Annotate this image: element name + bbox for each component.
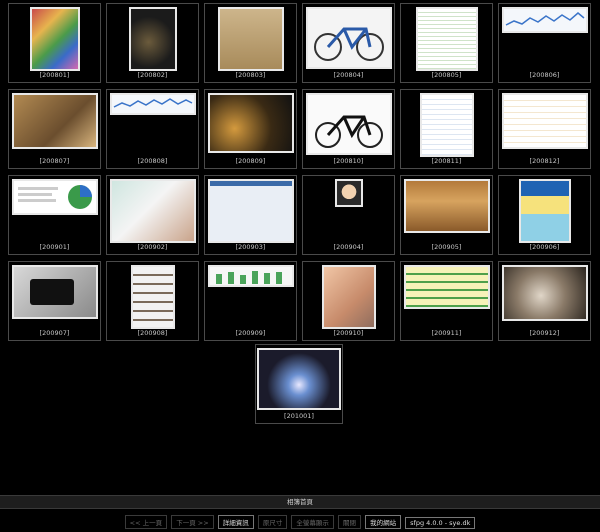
thumbnail-image[interactable] [419, 93, 474, 157]
gallery-item[interactable]: [200804] [302, 3, 395, 83]
thumbnail-image[interactable] [11, 265, 98, 319]
thumbnail-image[interactable] [403, 265, 490, 309]
fullscreen-button[interactable]: 全螢幕顯示 [291, 515, 334, 529]
gallery-item[interactable]: [200809] [204, 89, 297, 169]
pie-chart-illustration [17, 185, 92, 209]
thumbnail-caption: [200802] [137, 71, 168, 79]
gallery-item[interactable]: [200807] [8, 89, 101, 169]
bicycle-illustration [314, 115, 383, 148]
thumbnail-caption: [200801] [39, 71, 70, 79]
thumbnail-image[interactable] [207, 179, 294, 243]
thumbnail-image[interactable] [501, 265, 588, 321]
thumbnail-caption: [200910] [333, 329, 364, 337]
thumbnail-caption: [200807] [39, 157, 70, 165]
thumbnail-image[interactable] [130, 265, 175, 329]
thumbnail-caption: [200912] [529, 329, 560, 337]
thumbnail-image[interactable] [11, 179, 98, 215]
thumbnail-caption: [200907] [39, 329, 70, 337]
original-size-button[interactable]: 原尺寸 [257, 515, 288, 529]
thumbnail-caption: [200904] [333, 243, 364, 251]
prev-page-button[interactable]: << 上一頁 [124, 515, 168, 529]
thumbnail-image[interactable] [321, 265, 376, 329]
thumbnail-caption: [200909] [235, 329, 266, 337]
thumbnail-image[interactable] [128, 7, 177, 71]
thumbnail-image[interactable] [207, 93, 294, 153]
thumbnail-image[interactable] [109, 179, 196, 243]
thumbnail-caption: [200902] [137, 243, 168, 251]
gallery-item[interactable]: [200911] [400, 261, 493, 341]
navigation-buttons: << 上一頁 下一頁 >> 詳細資訊 原尺寸 全螢幕顯示 關閉 我的網站 sfp… [0, 515, 600, 529]
thumbnail-caption: [200901] [39, 243, 70, 251]
thumbnail-image[interactable] [334, 179, 363, 207]
thumbnail-image[interactable] [305, 93, 392, 155]
thumbnail-caption: [201001] [284, 412, 314, 420]
thumbnail-caption: [200809] [235, 157, 266, 165]
gallery-item[interactable]: [200810] [302, 89, 395, 169]
line-chart-illustration [505, 12, 584, 26]
gallery-item[interactable]: [200912] [498, 261, 591, 341]
gallery-item[interactable]: [200907] [8, 261, 101, 341]
thumbnail-caption: [200911] [431, 329, 462, 337]
gallery-item[interactable]: [200902] [106, 175, 199, 255]
thumbnail-caption: [200806] [529, 71, 560, 79]
gallery-item[interactable]: [200806] [498, 3, 591, 83]
thumbnail-caption: [200903] [235, 243, 266, 251]
thumbnail-caption: [200906] [529, 243, 560, 251]
thumbnail-caption: [200803] [235, 71, 266, 79]
thumbnail-caption: [200805] [431, 71, 462, 79]
details-button[interactable]: 詳細資訊 [217, 515, 254, 529]
thumbnail-image[interactable] [518, 179, 571, 243]
thumbnail-caption: [200908] [137, 329, 168, 337]
gallery-item[interactable]: [201001] [255, 344, 343, 424]
thumbnail-image[interactable] [501, 93, 588, 149]
thumbnail-image[interactable] [217, 7, 284, 71]
gallery-item[interactable]: [200802] [106, 3, 199, 83]
gallery-item[interactable]: [200812] [498, 89, 591, 169]
line-chart-illustration [113, 98, 192, 108]
thumbnail-caption: [200804] [333, 71, 364, 79]
thumbnail-image[interactable] [415, 7, 478, 71]
gallery-item[interactable]: [200909] [204, 261, 297, 341]
close-button[interactable]: 關閉 [337, 515, 361, 529]
thumbnail-caption: [200905] [431, 243, 462, 251]
my-site-button[interactable]: 我的網站 [365, 515, 402, 529]
thumbnail-image[interactable] [109, 93, 196, 115]
thumbnail-image[interactable] [403, 179, 490, 233]
thumbnail-caption: [200808] [137, 157, 168, 165]
thumbnail-image[interactable] [29, 7, 80, 71]
thumbnail-image[interactable] [501, 7, 588, 33]
thumbnail-image[interactable] [11, 93, 98, 149]
gallery-item[interactable]: [200801] [8, 3, 101, 83]
gallery-item[interactable]: [200908] [106, 261, 199, 341]
gallery-item[interactable]: [200904] [302, 175, 395, 255]
gallery-item[interactable]: [200808] [106, 89, 199, 169]
gallery-item[interactable]: [200811] [400, 89, 493, 169]
bar-chart-illustration [215, 271, 282, 284]
gallery-item[interactable]: [200906] [498, 175, 591, 255]
gallery-item[interactable]: [200910] [302, 261, 395, 341]
version-link[interactable]: sfpg 4.0.0 - sye.dk [405, 517, 476, 529]
gallery-item[interactable]: [200901] [8, 175, 101, 255]
bicycle-illustration [313, 27, 384, 61]
next-page-button[interactable]: 下一頁 >> [171, 515, 214, 529]
gallery-item[interactable]: [200803] [204, 3, 297, 83]
thumbnail-caption: [200812] [529, 157, 560, 165]
gallery-item[interactable]: [200905] [400, 175, 493, 255]
gallery-item[interactable]: [200903] [204, 175, 297, 255]
thumbnail-caption: [200811] [431, 157, 462, 165]
thumbnail-caption: [200810] [333, 157, 364, 165]
thumbnail-image[interactable] [257, 348, 341, 410]
gallery-grid: [200801] [200802] [200803] [200804] [200… [8, 3, 591, 341]
thumbnail-image[interactable] [207, 265, 294, 287]
gallery-item[interactable]: [200805] [400, 3, 493, 83]
thumbnail-image[interactable] [305, 7, 392, 69]
album-home-link[interactable]: 相簿首頁 [0, 495, 600, 509]
